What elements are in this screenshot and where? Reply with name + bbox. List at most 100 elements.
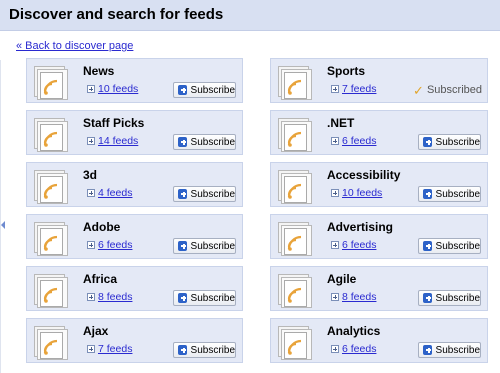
- feed-count-link[interactable]: 10 feeds: [87, 83, 138, 95]
- feed-count-label: 6 feeds: [342, 135, 377, 147]
- plus-icon: [423, 137, 432, 147]
- feed-count-link[interactable]: 6 feeds: [331, 239, 376, 251]
- feed-card: Africa 8 feeds Subscribe: [26, 266, 243, 311]
- feed-title: Advertising: [327, 220, 394, 234]
- feed-card: 3d 4 feeds Subscribe: [26, 162, 243, 207]
- subscribed-label: Subscribed: [426, 84, 482, 96]
- feed-title: Accessibility: [327, 168, 401, 182]
- feed-title: 3d: [83, 168, 98, 182]
- plus-icon: [178, 345, 187, 355]
- feed-title: .NET: [327, 116, 355, 130]
- expand-plus-icon: [87, 293, 95, 301]
- plus-icon: [423, 189, 432, 199]
- feed-count-label: 4 feeds: [98, 187, 133, 199]
- expand-plus-icon: [331, 189, 339, 197]
- plus-icon: [423, 241, 432, 251]
- expand-plus-icon: [331, 85, 339, 93]
- plus-icon: [178, 85, 187, 95]
- checkmark-icon: ✓: [413, 82, 424, 98]
- feed-title: Staff Picks: [83, 116, 145, 130]
- subscribe-label: Subscribe: [435, 136, 480, 148]
- feed-count-link[interactable]: 10 feeds: [331, 187, 382, 199]
- feed-count-link[interactable]: 7 feeds: [331, 83, 376, 95]
- expand-plus-icon: [87, 85, 95, 93]
- feed-count-label: 10 feeds: [342, 187, 383, 199]
- expand-plus-icon: [331, 241, 339, 249]
- feed-count-link[interactable]: 8 feeds: [87, 291, 132, 303]
- feed-title: Sports: [327, 64, 366, 78]
- feed-count-link[interactable]: 14 feeds: [87, 135, 138, 147]
- feed-title: Agile: [327, 272, 357, 286]
- subscribe-label: Subscribe: [190, 188, 235, 200]
- plus-icon: [178, 241, 187, 251]
- subscribe-button[interactable]: Subscribe: [418, 238, 481, 254]
- feed-card: Staff Picks 14 feeds Subscribe: [26, 110, 243, 155]
- subscribe-label: Subscribe: [435, 188, 480, 200]
- feed-count-link[interactable]: 6 feeds: [331, 135, 376, 147]
- subscribe-button[interactable]: Subscribe: [418, 342, 481, 358]
- feed-document-icon: [278, 66, 312, 100]
- left-panel-edge: [0, 60, 4, 373]
- plus-icon: [423, 293, 432, 303]
- feed-count-link[interactable]: 6 feeds: [87, 239, 132, 251]
- feed-count-label: 6 feeds: [342, 239, 377, 251]
- feed-card: Agile 8 feeds Subscribe: [270, 266, 488, 311]
- subscribe-label: Subscribe: [190, 292, 235, 304]
- subscribe-label: Subscribe: [190, 84, 235, 96]
- feed-count-label: 8 feeds: [342, 291, 377, 303]
- feed-document-icon: [34, 274, 68, 308]
- feed-count-link[interactable]: 8 feeds: [331, 291, 376, 303]
- page-title: Discover and search for feeds: [9, 6, 224, 23]
- feed-card: Accessibility 10 feeds Subscribe: [270, 162, 488, 207]
- subscribe-button[interactable]: Subscribe: [173, 82, 236, 98]
- expand-plus-icon: [87, 345, 95, 353]
- feed-count-label: 8 feeds: [98, 291, 133, 303]
- feed-document-icon: [278, 170, 312, 204]
- feed-document-icon: [34, 66, 68, 100]
- collapse-arrow-icon[interactable]: [1, 221, 5, 229]
- feed-count-label: 6 feeds: [342, 343, 377, 355]
- feed-count-link[interactable]: 4 feeds: [87, 187, 132, 199]
- feed-count-label: 10 feeds: [98, 83, 139, 95]
- feed-title: Ajax: [83, 324, 109, 338]
- plus-icon: [423, 345, 432, 355]
- page-header: Discover and search for feeds: [0, 0, 500, 31]
- feed-card: Ajax 7 feeds Subscribe: [26, 318, 243, 363]
- feed-document-icon: [34, 222, 68, 256]
- feed-card: Adobe 6 feeds Subscribe: [26, 214, 243, 259]
- feed-title: Africa: [83, 272, 118, 286]
- feed-document-icon: [278, 118, 312, 152]
- subscribe-button[interactable]: Subscribe: [418, 290, 481, 306]
- feed-document-icon: [34, 326, 68, 360]
- feed-title: Analytics: [327, 324, 381, 338]
- subscribe-button[interactable]: Subscribe: [418, 186, 481, 202]
- feed-count-link[interactable]: 7 feeds: [87, 343, 132, 355]
- subscribe-label: Subscribe: [435, 344, 480, 356]
- feed-document-icon: [278, 326, 312, 360]
- subscribed-status: ✓ Subscribed: [413, 82, 482, 98]
- back-to-discover-link[interactable]: « Back to discover page: [16, 40, 133, 52]
- subscribe-button[interactable]: Subscribe: [418, 134, 481, 150]
- subscribe-button[interactable]: Subscribe: [173, 290, 236, 306]
- plus-icon: [178, 189, 187, 199]
- expand-plus-icon: [87, 241, 95, 249]
- expand-plus-icon: [331, 137, 339, 145]
- subscribe-button[interactable]: Subscribe: [173, 238, 236, 254]
- feed-card: Advertising 6 feeds Subscribe: [270, 214, 488, 259]
- feed-count-link[interactable]: 6 feeds: [331, 343, 376, 355]
- feed-document-icon: [278, 222, 312, 256]
- subscribe-button[interactable]: Subscribe: [173, 186, 236, 202]
- feed-document-icon: [34, 170, 68, 204]
- feed-count-label: 7 feeds: [342, 83, 377, 95]
- feed-card: Sports 7 feeds ✓ Subscribed: [270, 58, 488, 103]
- expand-plus-icon: [87, 137, 95, 145]
- feed-card: .NET 6 feeds Subscribe: [270, 110, 488, 155]
- subscribe-button[interactable]: Subscribe: [173, 134, 236, 150]
- subscribe-label: Subscribe: [190, 136, 235, 148]
- subscribe-label: Subscribe: [190, 344, 235, 356]
- expand-plus-icon: [87, 189, 95, 197]
- subscribe-button[interactable]: Subscribe: [173, 342, 236, 358]
- expand-plus-icon: [331, 293, 339, 301]
- feed-title: News: [83, 64, 115, 78]
- plus-icon: [178, 137, 187, 147]
